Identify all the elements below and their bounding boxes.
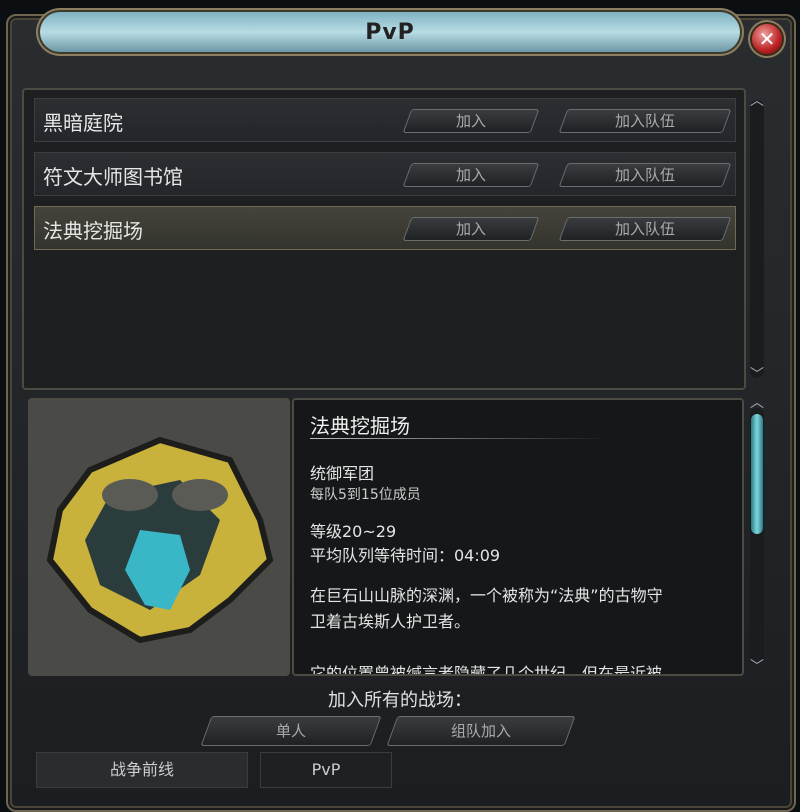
scroll-down-icon[interactable]: ﹀ xyxy=(750,364,764,384)
faction-text: 统御军团 xyxy=(310,464,375,483)
tab-pvp[interactable]: PvP xyxy=(260,752,392,788)
description-line-3: 它的位置曾被缄言者隐藏了几个世纪，但在最近被 xyxy=(310,664,663,676)
battleground-name: 法典挖掘场 xyxy=(43,219,143,243)
queue-time-text: 平均队列等待时间：04:09 xyxy=(310,546,501,565)
window-title: PvP xyxy=(365,20,415,45)
battleground-name: 符文大师图书馆 xyxy=(43,165,183,189)
battleground-map xyxy=(28,398,290,676)
battleground-row-1[interactable]: 符文大师图书馆 加入 加入队伍 xyxy=(34,152,736,196)
detail-scroll-down-icon[interactable]: ﹀ xyxy=(750,656,764,676)
join-button[interactable]: 加入 xyxy=(402,217,540,241)
description-line-2: 卫着古埃斯人护卫者。 xyxy=(310,612,471,631)
join-button[interactable]: 加入 xyxy=(402,109,540,133)
battleground-row-2[interactable]: 法典挖掘场 加入 加入队伍 xyxy=(34,206,736,250)
team-size-text: 每队5到15位成员 xyxy=(310,487,421,503)
detail-scroll-thumb[interactable] xyxy=(751,414,763,534)
tab-war-front[interactable]: 战争前线 xyxy=(36,752,248,788)
tab-label: 战争前线 xyxy=(109,760,174,779)
join-button[interactable]: 加入 xyxy=(402,163,540,187)
battleground-list: 黑暗庭院 加入 加入队伍 符文大师图书馆 加入 加入队伍 法典挖掘场 加入 加入… xyxy=(22,88,746,390)
battleground-details: 法典挖掘场 统御军团 每队5到15位成员 等级20~29 平均队列等待时间：04… xyxy=(292,398,744,676)
close-icon[interactable]: ✕ xyxy=(752,24,782,54)
detail-title: 法典挖掘场 xyxy=(310,414,410,438)
join-group-button[interactable]: 加入队伍 xyxy=(558,217,732,241)
solo-join-button[interactable]: 单人 xyxy=(200,716,382,746)
join-group-button[interactable]: 加入队伍 xyxy=(558,109,732,133)
map-image xyxy=(30,400,288,674)
scroll-up-icon[interactable]: ︿ xyxy=(750,90,764,110)
level-text: 等级20~29 xyxy=(310,522,397,541)
title-bar[interactable]: PvP xyxy=(40,12,740,52)
battleground-row-0[interactable]: 黑暗庭院 加入 加入队伍 xyxy=(34,98,736,142)
tab-label: PvP xyxy=(311,760,341,779)
group-join-button[interactable]: 组队加入 xyxy=(386,716,576,746)
join-group-button[interactable]: 加入队伍 xyxy=(558,163,732,187)
join-all-label: 加入所有的战场： xyxy=(328,690,472,711)
title-underline xyxy=(310,438,610,439)
list-scrollbar[interactable] xyxy=(750,100,764,378)
description-line-1: 在巨石山山脉的深渊，一个被称为“法典”的古物守 xyxy=(310,586,663,605)
detail-scroll-up-icon[interactable]: ︿ xyxy=(750,392,764,412)
battleground-name: 黑暗庭院 xyxy=(43,111,123,135)
